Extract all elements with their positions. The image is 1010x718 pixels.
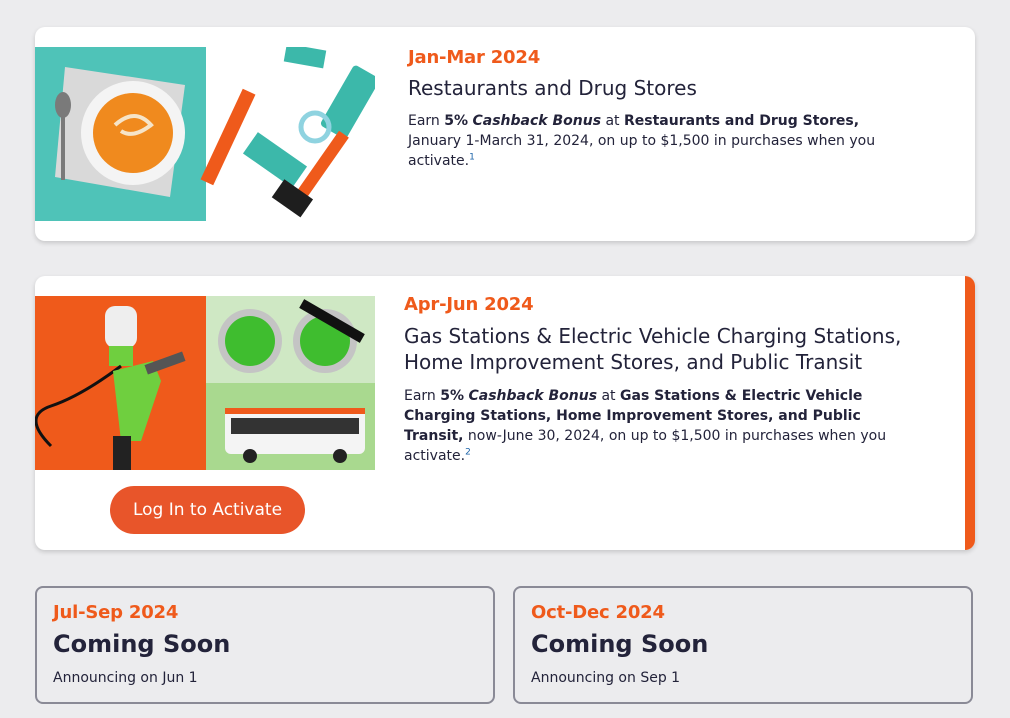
offer-card-q1: Jan-Mar 2024 Restaurants and Drug Stores… [35,27,975,241]
offer-period: Apr-Jun 2024 [404,294,534,315]
coming-soon-heading: Coming Soon [53,630,231,658]
offer-period: Jan-Mar 2024 [408,47,541,68]
upcoming-card-q4: Oct-Dec 2024 Coming Soon Announcing on S… [513,586,973,704]
login-to-activate-button[interactable]: Log In to Activate [110,486,305,534]
upcoming-card-q3: Jul-Sep 2024 Coming Soon Announcing on J… [35,586,495,704]
footnote-link[interactable]: 1 [469,152,475,162]
gas-home-transit-image [35,296,375,470]
offer-card-q2: Apr-Jun 2024 Gas Stations & Electric Veh… [35,276,975,550]
upcoming-period: Oct-Dec 2024 [531,602,665,623]
footnote-link[interactable]: 2 [465,447,471,457]
announce-date: Announcing on Jun 1 [53,670,198,686]
announce-date: Announcing on Sep 1 [531,670,681,686]
offer-title: Restaurants and Drug Stores [408,76,697,100]
restaurants-drugstores-image [35,47,375,221]
coming-soon-heading: Coming Soon [531,630,709,658]
offer-title: Gas Stations & Electric Vehicle Charging… [404,324,902,374]
offer-description: Earn 5% Cashback Bonus at Gas Stations &… [404,388,887,464]
upcoming-period: Jul-Sep 2024 [53,602,179,623]
offer-description: Earn 5% Cashback Bonus at Restaurants an… [408,113,876,169]
active-accent-bar [965,276,975,550]
